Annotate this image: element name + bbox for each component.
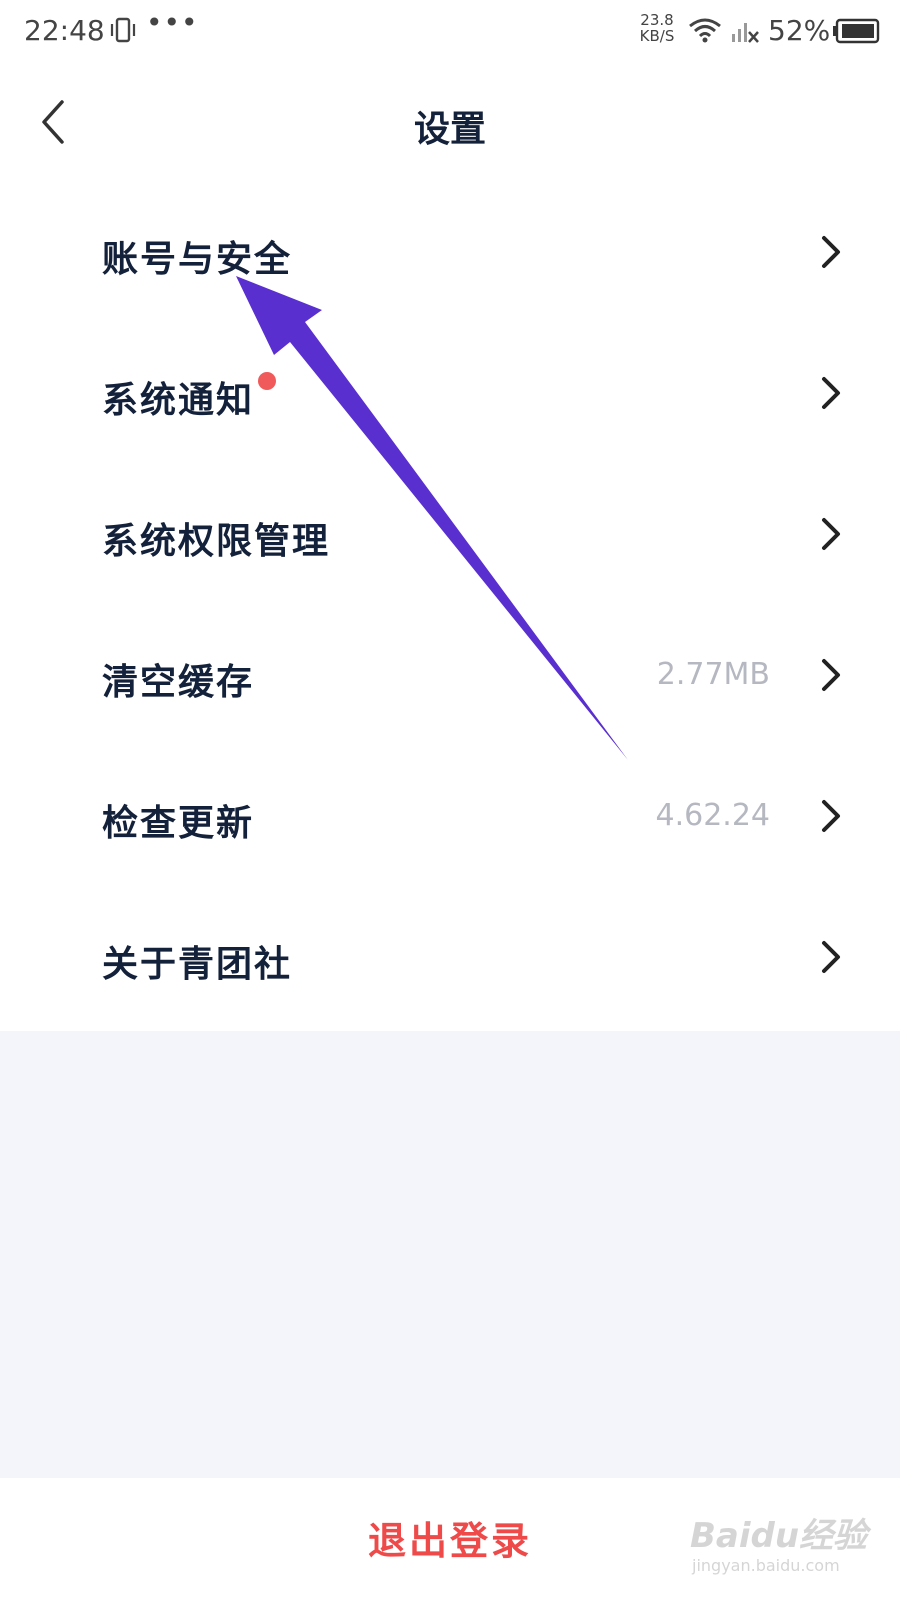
more-notifications-icon: ••• <box>146 6 199 39</box>
network-speed: 23.8 KB/S <box>636 12 678 44</box>
settings-item-about[interactable]: 关于青团社 <box>0 891 900 1032</box>
empty-background-area <box>0 1031 900 1478</box>
settings-item-account-security[interactable]: 账号与安全 <box>0 186 900 327</box>
settings-item-label: 检查更新 <box>102 802 255 844</box>
settings-item-label: 关于青团社 <box>102 943 293 985</box>
notification-badge-dot <box>258 372 276 390</box>
chevron-right-icon <box>822 518 840 550</box>
watermark-brand: Baidu经验 <box>690 1516 868 1556</box>
wifi-icon <box>689 18 721 43</box>
battery-percent: 52% <box>768 14 831 47</box>
page-title: 设置 <box>413 108 486 150</box>
status-bar: 22:48 ••• 23.8 KB/S 52% <box>0 0 900 64</box>
chevron-right-icon <box>822 800 840 832</box>
network-speed-unit: KB/S <box>639 27 675 45</box>
vibrate-icon <box>110 17 136 43</box>
version-value: 4.62.24 <box>655 798 770 833</box>
cache-size-value: 2.77MB <box>656 657 770 692</box>
battery-icon <box>833 18 880 44</box>
chevron-right-icon <box>822 236 840 268</box>
settings-item-label: 清空缓存 <box>102 661 255 703</box>
no-signal-icon <box>732 23 759 43</box>
settings-list: 账号与安全 系统通知 系统权限管理 清空缓存 2.77MB 检查更新 4.62.… <box>0 186 900 1032</box>
watermark-url: jingyan.baidu.com <box>692 1556 840 1575</box>
chevron-right-icon <box>822 377 840 409</box>
settings-item-system-permissions[interactable]: 系统权限管理 <box>0 468 900 609</box>
settings-item-check-update[interactable]: 检查更新 4.62.24 <box>0 750 900 891</box>
settings-item-system-notification[interactable]: 系统通知 <box>0 327 900 468</box>
settings-item-label: 系统通知 <box>102 379 255 421</box>
chevron-right-icon <box>822 659 840 691</box>
settings-item-label: 系统权限管理 <box>102 520 331 562</box>
chevron-right-icon <box>822 941 840 973</box>
app-header: 设置 <box>0 64 900 184</box>
settings-item-label: 账号与安全 <box>102 238 293 280</box>
status-time: 22:48 <box>24 14 105 47</box>
settings-item-clear-cache[interactable]: 清空缓存 2.77MB <box>0 609 900 750</box>
network-speed-value: 23.8 <box>640 11 674 29</box>
baidu-watermark: Baidu经验 jingyan.baidu.com <box>690 1508 890 1588</box>
